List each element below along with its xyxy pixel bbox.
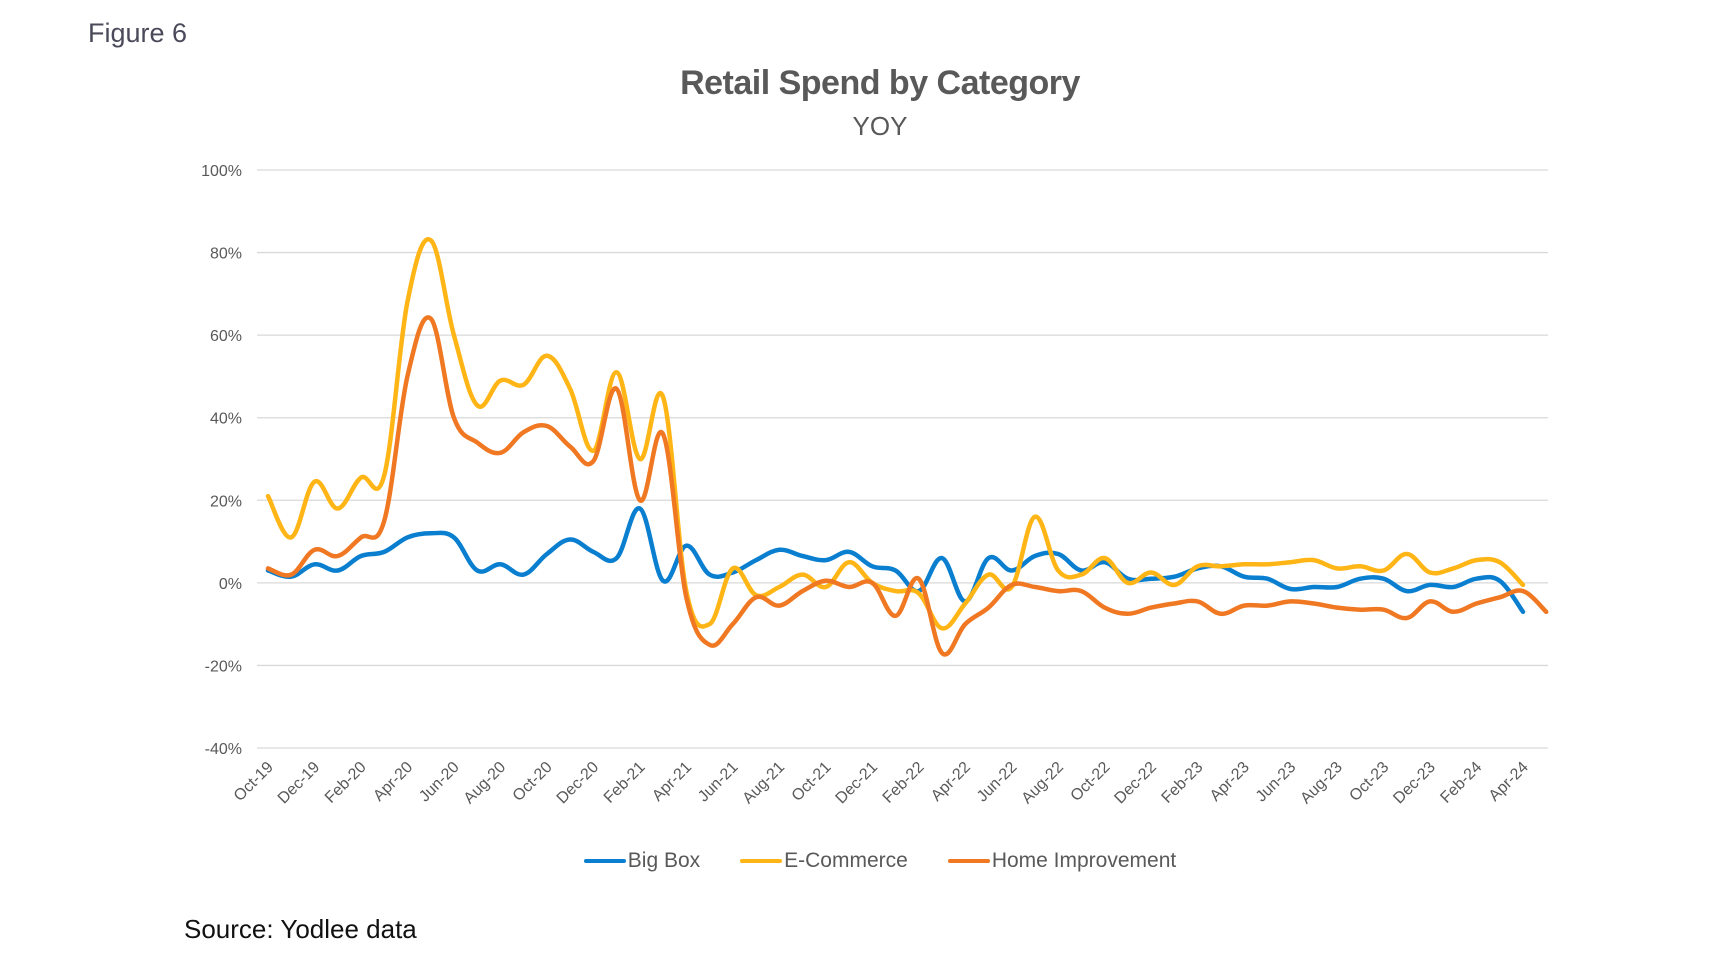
x-tick-label: Apr-21 xyxy=(649,759,695,805)
legend-swatch-big-box xyxy=(583,859,626,863)
series-line-big-box xyxy=(265,506,1526,615)
x-tick-label: Feb-21 xyxy=(601,759,649,807)
line-chart: -40%-20%0%20%40%60%80%100% Oct-19Dec-19F… xyxy=(201,163,1549,808)
x-tick-label: Aug-20 xyxy=(461,759,510,808)
x-tick-label: Jun-20 xyxy=(416,759,463,806)
y-tick-label: 80% xyxy=(210,246,242,263)
legend-label-big-box: Big Box xyxy=(627,849,701,872)
x-tick-label: Dec-19 xyxy=(275,759,324,808)
legend-item-big-box: Big Box xyxy=(583,849,701,873)
y-tick-label: 40% xyxy=(210,411,242,428)
x-tick-label: Dec-21 xyxy=(833,759,882,808)
y-tick-label: -20% xyxy=(205,658,242,675)
x-tick-label: Dec-20 xyxy=(554,759,603,808)
x-tick-label: Oct-21 xyxy=(789,759,835,805)
y-tick-label: 20% xyxy=(210,493,242,510)
x-tick-label: Apr-24 xyxy=(1486,759,1532,805)
x-tick-label: Apr-22 xyxy=(928,759,974,805)
x-tick-label: Jun-22 xyxy=(974,759,1021,806)
y-axis-ticks: -40% -20% 0% 20% 40% 60% 80% 100% xyxy=(201,163,242,758)
legend-label-home-improvement: Home Improvement xyxy=(991,849,1177,872)
legend-swatch-home-improvement xyxy=(947,859,990,863)
x-tick-label: Jun-21 xyxy=(695,759,742,806)
x-tick-label: Apr-23 xyxy=(1207,759,1253,805)
source-note: Source: Yodlee data xyxy=(184,914,417,944)
legend: Big Box E-Commerce Home Improvement xyxy=(0,849,1718,873)
x-tick-label: Oct-22 xyxy=(1068,759,1114,805)
x-tick-label: Oct-19 xyxy=(231,759,277,805)
x-tick-label: Feb-22 xyxy=(880,759,928,807)
y-tick-label: 60% xyxy=(210,328,242,345)
gridlines xyxy=(257,169,1548,749)
y-tick-label: -40% xyxy=(205,741,242,758)
x-tick-label: Aug-21 xyxy=(740,759,789,808)
x-tick-label: Oct-23 xyxy=(1346,759,1392,805)
legend-label-e-commerce: E-Commerce xyxy=(784,849,908,872)
x-tick-label: Dec-22 xyxy=(1111,759,1160,808)
x-tick-label: Dec-23 xyxy=(1390,759,1439,808)
y-tick-label: 100% xyxy=(201,163,242,180)
x-tick-label: Aug-23 xyxy=(1297,759,1346,808)
x-tick-label: Feb-20 xyxy=(322,759,370,807)
x-tick-label: Apr-20 xyxy=(370,759,416,805)
x-tick-label: Aug-22 xyxy=(1019,759,1068,808)
y-tick-label: 0% xyxy=(219,576,242,593)
x-tick-label: Feb-23 xyxy=(1159,759,1207,807)
x-tick-label: Oct-20 xyxy=(510,759,556,805)
legend-swatch-e-commerce xyxy=(740,859,783,863)
series-line-home-improvement xyxy=(265,315,1549,657)
legend-item-home-improvement: Home Improvement xyxy=(947,849,1177,873)
x-tick-label: Feb-24 xyxy=(1437,759,1485,807)
legend-item-e-commerce: E-Commerce xyxy=(740,849,908,873)
x-tick-label: Jun-23 xyxy=(1253,759,1300,806)
series-lines xyxy=(265,237,1549,657)
x-axis-ticks: Oct-19Dec-19Feb-20 Apr-20 Jun-20Aug-20 Oct-… xyxy=(231,759,1532,808)
